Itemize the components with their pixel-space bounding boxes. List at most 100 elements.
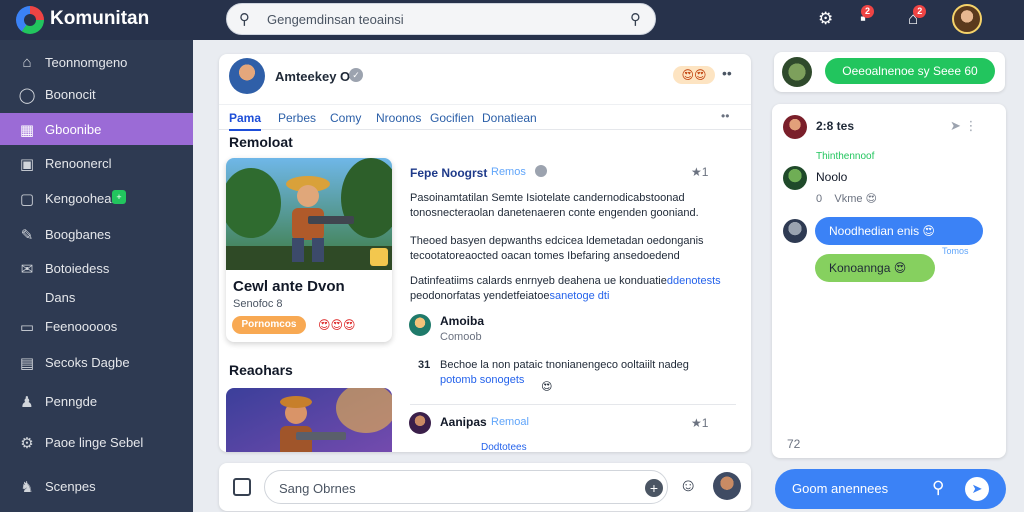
gear-icon[interactable]: ⚙ [818,9,833,29]
mail-icon: ✉ [20,261,34,278]
composer-placeholder: Sang Obrnes [279,481,356,496]
star-count[interactable]: ★1 [691,416,708,430]
game-card[interactable]: Cewl ante Dvon Senofoc 8 Pornomcos 😍😍😍 [226,158,392,342]
logo-icon[interactable] [16,6,44,34]
sidebar-item-0[interactable]: ⌂ Teonnomgeno [0,46,193,78]
game-subtitle: Senofoc 8 [233,298,283,310]
sidebar-item-label: Scenpes [45,479,96,494]
info-icon [535,165,547,177]
comment-number: 31 [418,359,431,371]
tab-5[interactable]: Donatiean [482,111,537,125]
sidebar-item-badge: + [112,190,126,204]
chat-avatar[interactable] [783,219,807,243]
tab-0[interactable]: Pama [229,111,262,131]
comment-emoji[interactable]: 😍 [541,380,552,393]
more-icon[interactable]: •• [722,65,732,81]
sidebar-item-label: Kengoohean [45,191,119,206]
game-artwork[interactable] [226,388,392,452]
commenter-name[interactable]: Amoiba [440,314,484,328]
composer-input[interactable]: Sang Obrnes + [264,470,668,504]
chat-search[interactable]: Goom anennees ⚲ ➤ [775,469,1006,509]
people-icon: ♟ [20,394,34,411]
sidebar-item-5[interactable]: ✎ Boogbanes [0,218,193,250]
search-bar[interactable]: ⚲ Gengemdinsan teoainsi ⚲ [226,3,656,35]
sidebar-item-12[interactable]: ♞ Scenpes [0,470,193,502]
tab-1[interactable]: Perbes [278,111,316,125]
sidebar-item-6[interactable]: ✉ Botoiedess [0,252,193,284]
calendar-icon: ▣ [19,156,35,173]
tab-4[interactable]: Gocifien [430,111,474,125]
sidebar: ⌂ Teonnomgeno ◯ Boonocit ▦ Gboonibe ▣ Renoon… [0,40,193,512]
profile-avatar[interactable] [229,58,265,94]
home-icon: ⌂ [22,54,32,71]
chat-bubble-outgoing[interactable]: Konoannga 😍 [815,254,935,282]
emoji-icon[interactable]: ☺ [679,475,697,496]
pin-icon[interactable]: ➤ ⋮ [950,118,978,134]
post-text-line: peodonorfatas yendetfeiatoesanetoge dti [410,290,610,302]
commenter-name[interactable]: Aanipas [440,415,487,429]
gamepad-icon: ▢ [19,191,35,208]
post-link[interactable]: sanetoge dti [549,290,609,302]
post-text-line: Theoed basyen depwanths edcicea ldemetad… [410,235,704,247]
search-icon[interactable]: ⚲ [630,10,641,28]
image-icon[interactable] [233,478,251,496]
home-badge: 2 [913,5,927,18]
chat-panel: 2:8 tes ➤ ⋮ Thinthennoof Noolo 0 Vkme 😍 … [772,104,1006,458]
chat-avatar[interactable] [783,115,807,139]
user-avatar[interactable] [713,472,741,500]
composer: Sang Obrnes + ☺ [219,463,751,511]
group-avatar[interactable] [782,57,812,87]
send-icon[interactable]: ➤ [965,477,989,501]
brand-title[interactable]: Komunitan [50,8,149,30]
chat-bubble-incoming[interactable]: Noodhedian enis 😍 [815,217,983,245]
messages-icon[interactable]: ▪ 2 [860,5,875,29]
sidebar-item-label: Paoe linge Sebel [45,435,144,450]
post-link[interactable]: ddenotests [667,275,721,287]
chat-search-label: Goom anennees [792,481,889,496]
reactions-badge[interactable]: 😍😍 [673,66,715,84]
star-count[interactable]: ★1 [691,165,708,179]
chat-meta: Tomos [942,246,969,256]
sidebar-item-3[interactable]: ▣ Renoonercl [0,147,193,179]
commenter-avatar[interactable] [409,314,431,336]
chat-avatar[interactable] [783,166,807,190]
sidebar-item-10[interactable]: ♟ Penngde [0,385,193,417]
section-title: Reaohars [229,362,293,378]
tab-3[interactable]: Nroonos [376,111,421,125]
commenter-avatar[interactable] [409,412,431,434]
post-tag[interactable]: Remos [491,166,526,178]
join-button[interactable]: Oeeoalnenoe sy Seee 60 [825,58,995,84]
sidebar-item-label: Penngde [45,394,98,409]
chat-name[interactable]: Noolo [816,170,847,184]
comment-tag[interactable]: Remoal [491,416,529,428]
sidebar-item-9[interactable]: ▤ Secoks Dagbe [0,346,193,378]
sidebar-item-8[interactable]: ▭ Feenooooos [0,310,193,342]
comment-link[interactable]: potomb sonogets [440,374,524,386]
sidebar-item-1[interactable]: ◯ Boonocit [0,78,193,110]
play-button[interactable]: Pornomcos [232,316,306,334]
user-avatar[interactable] [952,4,982,34]
sidebar-item-label: Secoks Dagbe [45,355,130,370]
sidebar-item-4[interactable]: ▢ Kengoohean + [0,182,193,214]
comment-link[interactable]: Dodtotees [481,442,527,452]
sidebar-item-label: Feenooooos [45,319,118,334]
right-top-card: Oeeoalnenoe sy Seee 60 [774,52,1005,92]
sidebar-item-7[interactable]: Dans [0,281,193,313]
settings-icon: ⚙ [20,435,34,452]
post-text-line: tonosnecteraolan danetenaeren conte enge… [410,207,699,219]
search-icon: ⚲ [239,11,250,28]
tab-2[interactable]: Comy [330,111,361,125]
sidebar-item-label: Renoonercl [45,156,112,171]
game-reactions[interactable]: 😍😍😍 [318,318,356,332]
home-icon[interactable]: ⌂ 2 [908,5,927,29]
sidebar-item-2[interactable]: ▦ Gboonibe [0,113,193,145]
sidebar-item-11[interactable]: ⚙ Paoe linge Sebel [0,426,193,458]
profile-name[interactable]: Amteekey Ov [275,69,357,84]
messages-badge: 2 [861,5,875,18]
search-icon[interactable]: ⚲ [932,478,944,498]
tab-bar: Pama Perbes Comy Nroonos Gocifien Donati… [219,104,751,131]
more-icon[interactable]: •• [721,109,729,123]
add-icon[interactable]: + [645,479,663,497]
post-text-line: Pasoinamtatilan Semte Isiotelate candern… [410,192,685,204]
post-title[interactable]: Fepe Noogrst [410,166,487,180]
